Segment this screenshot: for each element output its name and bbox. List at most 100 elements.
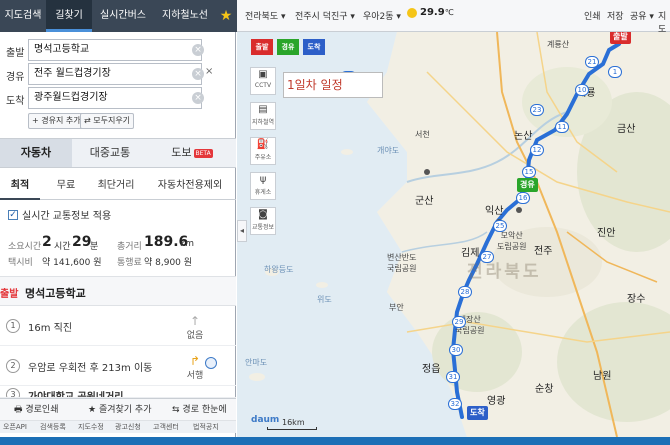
toll-value: 약 8,900 원 [144, 258, 193, 268]
temperature: 29.9 [420, 7, 445, 18]
mode-walk[interactable]: 도보 BETA [148, 139, 236, 167]
park-label: 변산반도 국립공원 [387, 253, 417, 273]
mode-car[interactable]: 자동차 [0, 139, 72, 167]
overview-icon: ⇆ [172, 405, 180, 415]
mode-bar: 자동차 대중교통 도보 BETA [0, 138, 236, 168]
footer-link[interactable]: 지도수정 [78, 421, 104, 434]
taskbar-strip [0, 437, 670, 445]
remove-via-icon[interactable]: × [205, 66, 213, 77]
temperature-unit: ℃ [444, 8, 454, 17]
clear-icon[interactable]: × [192, 44, 204, 56]
tool-label: 주유소 [254, 154, 272, 161]
straight-arrow-icon: ↑ [189, 314, 201, 328]
footer-link[interactable]: 광고신청 [115, 421, 141, 434]
start-input[interactable]: 명석고등학교 [28, 39, 202, 61]
start-marker[interactable]: 출발 [610, 32, 631, 44]
rest-area-tool[interactable]: ψ 휴게소 [250, 172, 276, 200]
add-favorite-button[interactable]: ★ 즐겨찾기 추가 [88, 399, 152, 421]
traffic-tool[interactable]: ◙ 교통정보 [250, 207, 276, 235]
print-route-button[interactable]: 🖶 경로인쇄 [14, 399, 59, 421]
weather-icon [407, 8, 417, 18]
checkbox-icon[interactable]: ✓ [8, 210, 18, 220]
route-step[interactable]: 1 16m 직진 ↑ 없음 [0, 306, 236, 346]
add-via-button[interactable]: + 경유지 추가 [28, 113, 85, 129]
breadcrumb-province[interactable]: 전라북도 ▾ [245, 9, 286, 22]
distance-unit: km [180, 239, 194, 249]
clear-icon[interactable]: × [192, 92, 204, 104]
zoom-step-icon[interactable] [205, 357, 217, 369]
footer-link[interactable]: 오픈API [3, 421, 27, 434]
step-text: 가야대학교 공원네거리 [28, 392, 124, 398]
island-label: 하왕등도 [264, 265, 294, 274]
print-button[interactable]: 인쇄 [584, 9, 601, 22]
end-input[interactable]: 광주월드컵경기장 [28, 87, 202, 109]
tab-realtime-bus[interactable]: 실시간버스 [92, 0, 154, 32]
scale-bar: 16km [247, 418, 427, 432]
option-no-expressway[interactable]: 자동차전용제외 [144, 172, 236, 200]
step-direction-label: 없음 [186, 331, 204, 341]
city-label: 전주 [534, 246, 553, 257]
time-minutes-unit: 분 [90, 242, 99, 252]
footer-link[interactable]: 법적공지 [193, 421, 219, 434]
via-flag-button[interactable]: 경유 [277, 39, 299, 55]
city-label: 논산 [514, 131, 533, 142]
save-button[interactable]: 저장 [607, 9, 624, 22]
collapse-panel-button[interactable]: ◂ [237, 220, 247, 242]
gas-tool[interactable]: ⛽ 주유소 [250, 137, 276, 165]
route-step[interactable]: 3 가야대학교 공원네거리 [0, 386, 236, 398]
option-optimal[interactable]: 최적 [0, 172, 40, 200]
island-label: 개야도 [377, 146, 400, 155]
end-row: 도착 광주월드컵경기장 × [0, 87, 236, 111]
highway-shield: 11 [555, 121, 569, 133]
plan-note[interactable]: 1일차 일정 [283, 72, 383, 98]
start-flag-button[interactable]: 출발 [251, 39, 273, 55]
star-icon[interactable]: ★ [216, 6, 236, 26]
city-label: 익산 [485, 206, 504, 217]
taxi-value: 약 141,600 원 [42, 258, 102, 268]
tab-directions[interactable]: 길찾기 [46, 0, 92, 32]
route-option-tabs: 최적 무료 최단거리 자동차전용제외 [0, 172, 236, 200]
route-overview-button[interactable]: ⇆ 경로 한눈에 [172, 399, 227, 421]
area-label: 서천 [415, 130, 430, 139]
option-free[interactable]: 무료 [44, 172, 88, 200]
start-row: 출발 명석고등학교 × [0, 39, 236, 63]
cctv-tool[interactable]: ▣ CCTV [250, 67, 276, 95]
mode-transit[interactable]: 대중교통 [72, 139, 148, 167]
city-label: 금산 [617, 124, 636, 135]
tab-map-search[interactable]: 지도검색 [0, 0, 46, 32]
end-label: 도착 [6, 96, 25, 107]
tab-subway[interactable]: 지하철노선 [154, 0, 216, 32]
highway-shield: 32 [448, 398, 462, 410]
camera-icon: ▣ [258, 69, 268, 80]
print-icon: 🖶 [14, 405, 23, 415]
footer-link[interactable]: 검색등록 [40, 421, 66, 434]
breadcrumb-city[interactable]: 전주시 덕진구 ▾ [295, 9, 355, 22]
start-tag: 출발 [0, 289, 19, 300]
city-label: 영광 [487, 396, 506, 407]
footer-links: 오픈API 검색등록 지도수정 광고신청 고객센터 법적공지 [0, 420, 236, 433]
clear-icon[interactable]: × [192, 68, 204, 80]
subway-tool[interactable]: ▤ 지하철역 [250, 102, 276, 130]
via-marker[interactable]: 경유 [517, 178, 538, 192]
end-marker[interactable]: 도착 [467, 406, 488, 420]
route-step[interactable]: 2 우암로 우회전 후 213m 이동 ↱ 서행 [0, 346, 236, 386]
share-button[interactable]: 공유 ▾ [630, 9, 654, 22]
right-turn-icon: ↱ [189, 354, 201, 368]
beta-badge: BETA [193, 148, 213, 158]
route-start-row[interactable]: 출발 명석고등학교 [0, 276, 236, 306]
clear-all-button[interactable]: ⇄ 모두지우기 [80, 113, 135, 129]
option-shortest[interactable]: 최단거리 [88, 172, 144, 200]
highway-shield: 12 [530, 144, 544, 156]
island-label: 안마도 [245, 358, 268, 367]
end-flag-button[interactable]: 도착 [303, 39, 325, 55]
highway-shield: 10 [575, 84, 589, 96]
taxi-label: 택시비 [8, 258, 33, 268]
via-input[interactable]: 전주 월드컵경기장 [28, 63, 202, 85]
footer-link[interactable]: 고객센터 [153, 421, 179, 434]
step-direction: ↑ 없음 [185, 314, 205, 341]
step-direction-label: 서행 [186, 371, 204, 381]
city-label: 김제 [461, 248, 480, 259]
traffic-toggle[interactable]: ✓ 실시간 교통정보 적용 [8, 207, 228, 222]
weather-value: 29.9℃ [420, 7, 454, 18]
breadcrumb-dong[interactable]: 우아2동 ▾ [363, 9, 401, 22]
